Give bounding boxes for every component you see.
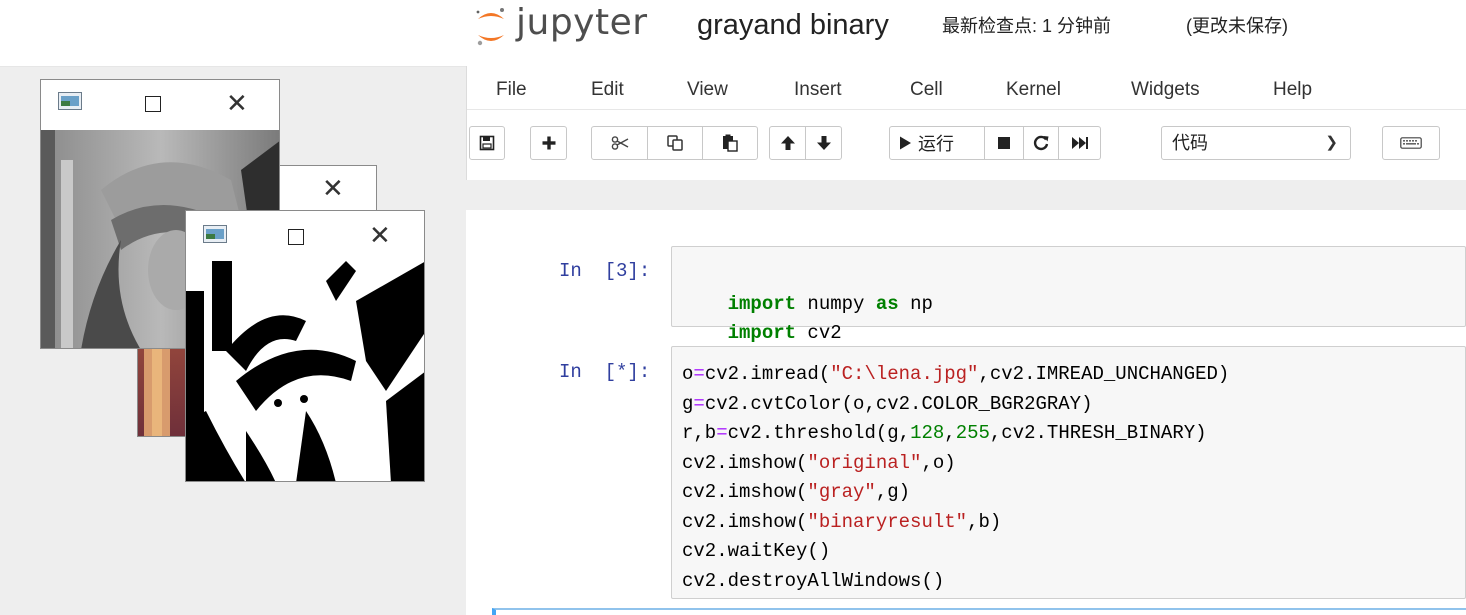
menu-widgets[interactable]: Widgets xyxy=(1131,78,1200,102)
notebook-menubar-toolbar: File Edit View Insert Cell Kernel Widget… xyxy=(466,66,1466,180)
arrow-up-icon xyxy=(780,136,795,150)
code-line: cv2.destroyAllWindows() xyxy=(682,569,945,592)
move-up-button[interactable] xyxy=(769,126,806,160)
code-token: as xyxy=(875,292,899,315)
toolbar-move-group xyxy=(769,126,842,162)
app-icon xyxy=(203,225,227,243)
menu-edit[interactable]: Edit xyxy=(591,78,624,102)
code-line: r,b=cv2.threshold(g,128,255,cv2.THRESH_B… xyxy=(682,422,1207,444)
save-icon xyxy=(479,135,495,151)
paste-button[interactable] xyxy=(702,126,758,160)
menu-kernel[interactable]: Kernel xyxy=(1006,78,1061,102)
keyboard-icon xyxy=(1400,137,1422,149)
toolbar-insert-group xyxy=(530,126,567,162)
copy-button[interactable] xyxy=(647,126,703,160)
autosave-status: (更改未保存) xyxy=(1186,16,1288,36)
maximize-icon[interactable] xyxy=(288,229,304,245)
close-icon[interactable]: ✕ xyxy=(369,222,391,248)
app-icon xyxy=(58,92,82,110)
code-line: cv2.waitKey() xyxy=(682,540,831,562)
paste-icon xyxy=(723,134,738,152)
code-token: import xyxy=(727,322,797,344)
copy-icon xyxy=(667,135,683,151)
code-cell-input[interactable]: import numpy as np import cv2 xyxy=(671,246,1466,344)
cell-type-value: 代码 xyxy=(1172,133,1208,153)
save-button[interactable] xyxy=(469,126,505,160)
scissors-icon xyxy=(611,136,628,150)
interrupt-button[interactable] xyxy=(984,126,1024,160)
notebook-name[interactable]: grayand binary xyxy=(697,8,889,42)
code-cell-input[interactable]: o=cv2.imread("C:\lena.jpg",cv2.IMREAD_UN… xyxy=(671,346,1466,599)
close-icon[interactable]: ✕ xyxy=(226,90,248,116)
jupyter-logo-icon[interactable] xyxy=(474,2,508,48)
code-line: cv2.imshow("binaryresult",b) xyxy=(682,510,1002,533)
restart-button[interactable] xyxy=(1023,126,1059,160)
menu-file[interactable]: File xyxy=(496,78,527,102)
code-line: cv2.imshow("gray",g) xyxy=(682,481,911,503)
chevron-down-icon: ❯ xyxy=(1325,134,1338,151)
jupyter-logo-text[interactable]: jupyter xyxy=(516,0,648,46)
maximize-icon[interactable] xyxy=(145,96,161,112)
cut-button[interactable] xyxy=(591,126,648,160)
toolbar-keyboard-group xyxy=(1382,126,1440,162)
toolbar-edit-group xyxy=(591,126,758,162)
play-icon xyxy=(900,136,911,150)
code-line: import numpy as np xyxy=(727,292,933,315)
code-line: o=cv2.imread("C:\lena.jpg",cv2.IMREAD_UN… xyxy=(682,363,1230,385)
cell-prompt: In [3]: xyxy=(559,260,651,282)
arrow-down-icon xyxy=(816,136,831,150)
menu-cell[interactable]: Cell xyxy=(910,78,943,102)
cv-window-binaryresult[interactable]: ✕ xyxy=(185,210,425,482)
menu-view[interactable]: View xyxy=(687,78,728,102)
stop-icon xyxy=(998,137,1010,149)
menu-insert[interactable]: Insert xyxy=(794,78,842,102)
code-line: g=cv2.cvtColor(o,cv2.COLOR_BGR2GRAY) xyxy=(682,392,1093,415)
move-down-button[interactable] xyxy=(805,126,842,160)
checkpoint-status: 最新检查点: 1 分钟前 xyxy=(942,16,1112,36)
command-palette-button[interactable] xyxy=(1382,126,1440,160)
menu-divider xyxy=(467,109,1466,110)
restart-icon xyxy=(1033,135,1049,151)
plus-icon xyxy=(542,136,555,150)
code-token: import xyxy=(727,292,797,315)
run-button[interactable]: 运行 xyxy=(889,126,985,160)
run-label: 运行 xyxy=(918,134,954,154)
toolbar-run-group: 运行 xyxy=(889,126,1101,162)
next-cell-edge[interactable] xyxy=(492,608,1466,615)
close-icon[interactable]: ✕ xyxy=(322,175,344,201)
run-all-button[interactable] xyxy=(1058,126,1101,160)
fast-forward-icon xyxy=(1071,137,1088,149)
menu-help[interactable]: Help xyxy=(1273,78,1312,102)
toolbar-save-group xyxy=(469,126,505,162)
code-line: cv2.imshow("original",o) xyxy=(682,451,956,474)
insert-cell-button[interactable] xyxy=(530,126,567,160)
cell-prompt: In [*]: xyxy=(559,361,651,383)
cell-type-select[interactable]: 代码 ❯ xyxy=(1161,126,1351,160)
binary-image xyxy=(186,261,424,481)
